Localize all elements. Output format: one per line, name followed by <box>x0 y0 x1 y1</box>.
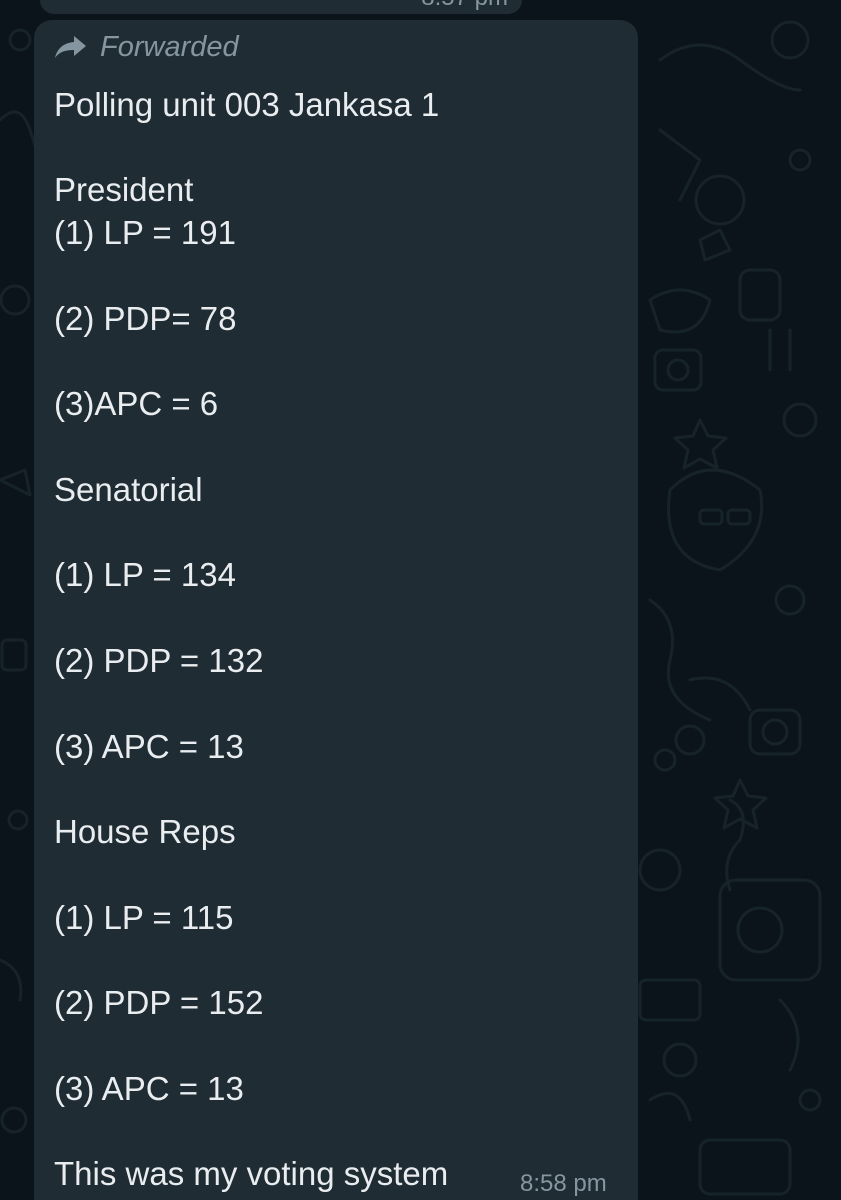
message-title: Polling unit 003 Jankasa 1 <box>54 86 440 123</box>
house-reps-heading: House Reps <box>54 813 236 850</box>
president-lp-line: (1) LP = 191 <box>54 214 236 251</box>
house-reps-pdp-line: (2) PDP = 152 <box>54 984 264 1021</box>
senatorial-pdp-line: (2) PDP = 132 <box>54 642 264 679</box>
president-pdp-line: (2) PDP= 78 <box>54 300 237 337</box>
senatorial-lp-line: (1) LP = 134 <box>54 556 236 593</box>
forward-arrow-icon <box>55 36 86 58</box>
forwarded-label: Forwarded <box>100 30 239 63</box>
previous-message-time: 8:57 pm <box>421 0 508 12</box>
chat-background: 8:57 pm Forwarded Polling unit 003 Janka… <box>0 0 841 1200</box>
president-apc-line: (3)APC = 6 <box>54 385 219 422</box>
forwarded-indicator: Forwarded <box>54 30 239 64</box>
message-bubble[interactable]: Forwarded Polling unit 003 Jankasa 1 Pre… <box>34 20 638 1200</box>
message-time: 8:58 pm <box>520 1170 607 1197</box>
senatorial-apc-line: (3) APC = 13 <box>54 728 244 765</box>
senatorial-heading: Senatorial <box>54 471 203 508</box>
house-reps-apc-line: (3) APC = 13 <box>54 1070 244 1107</box>
house-reps-lp-line: (1) LP = 115 <box>54 899 234 936</box>
previous-message-bubble[interactable]: 8:57 pm <box>40 0 522 14</box>
president-heading: President <box>54 171 194 208</box>
closing-line: This was my voting system <box>54 1155 449 1192</box>
